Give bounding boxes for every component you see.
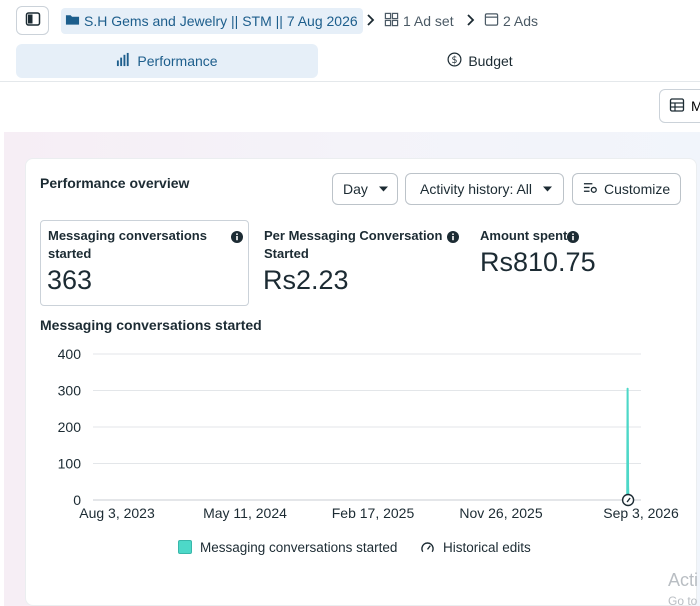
breadcrumb-campaign[interactable]: S.H Gems and Jewelry || STM || 7 Aug 202… <box>61 8 363 34</box>
customize-button[interactable]: Customize <box>572 173 681 205</box>
sidebar-toggle-icon <box>25 11 41 30</box>
activation-watermark: Acti <box>668 570 699 590</box>
table-view-button-label: M <box>691 98 700 114</box>
adset-grid-icon <box>384 12 399 30</box>
activation-watermark-sub: Go to <box>668 594 698 606</box>
customize-label: Customize <box>604 181 671 197</box>
day-dropdown[interactable]: Day <box>332 173 398 205</box>
breadcrumb-ads-label: 2 Ads <box>503 13 539 29</box>
chevron-right-icon <box>364 12 376 28</box>
breadcrumb-campaign-label: S.H Gems and Jewelry || STM || 7 Aug 202… <box>84 13 358 29</box>
caret-down-icon <box>378 181 389 197</box>
historical-edit-icon <box>420 540 435 555</box>
metric-value: Rs2.23 <box>263 265 349 295</box>
legend-label: Messaging conversations started <box>200 539 398 555</box>
legend-item-series[interactable]: Messaging conversations started <box>178 538 397 556</box>
metric-label-line: Messaging conversations <box>48 228 207 243</box>
metric-label: Per Messaging Conversation Started <box>264 227 442 263</box>
legend-swatch <box>178 540 192 554</box>
metric-label-line: Amount spent <box>480 228 568 243</box>
dollar-circle-icon: $ <box>447 52 462 70</box>
day-dropdown-label: Day <box>343 181 368 197</box>
tab-performance[interactable]: Performance <box>16 44 318 78</box>
activity-history-label: Activity history: All <box>420 181 533 197</box>
toolbar: M <box>0 82 700 132</box>
customize-settings-icon <box>583 180 598 198</box>
bar-chart-icon <box>116 52 131 70</box>
tab-budget-label: Budget <box>468 53 513 69</box>
metric-value: 363 <box>47 265 93 295</box>
tab-performance-label: Performance <box>137 53 218 69</box>
breadcrumb-adset[interactable]: 1 Ad set <box>384 11 454 31</box>
performance-overview-title: Performance overview <box>40 175 190 191</box>
tab-budget[interactable]: $ Budget <box>330 44 630 78</box>
breadcrumb-ads[interactable]: 2 Ads <box>484 11 538 31</box>
chevron-right-icon <box>464 12 476 28</box>
legend-label: Historical edits <box>443 539 531 555</box>
top-bar: S.H Gems and Jewelry || STM || 7 Aug 202… <box>0 0 700 42</box>
legend-item-historical-edits[interactable]: Historical edits <box>420 538 531 556</box>
metric-label: Messaging conversations started <box>48 227 207 263</box>
ad-window-icon <box>484 12 499 30</box>
breadcrumb-adset-label: 1 Ad set <box>403 13 454 29</box>
sidebar-toggle-button[interactable] <box>16 6 49 35</box>
table-view-button[interactable]: M <box>659 89 700 123</box>
info-icon[interactable] <box>231 231 243 243</box>
metric-label: Amount spent <box>480 227 567 245</box>
activity-history-dropdown[interactable]: Activity history: All <box>405 173 564 205</box>
svg-text:$: $ <box>452 55 458 66</box>
table-icon <box>669 97 685 116</box>
metric-label-line: Started <box>264 246 309 261</box>
caret-down-icon <box>542 181 553 197</box>
metric-label-line: Per Messaging Conversation <box>264 228 443 243</box>
info-icon[interactable] <box>567 231 579 243</box>
metric-label-line: started <box>48 246 92 261</box>
folder-icon <box>65 12 80 30</box>
view-tabs: Performance $ Budget <box>0 42 700 82</box>
chart-title: Messaging conversations started <box>40 317 262 333</box>
metric-value: Rs810.75 <box>480 247 596 277</box>
info-icon[interactable] <box>447 231 459 243</box>
